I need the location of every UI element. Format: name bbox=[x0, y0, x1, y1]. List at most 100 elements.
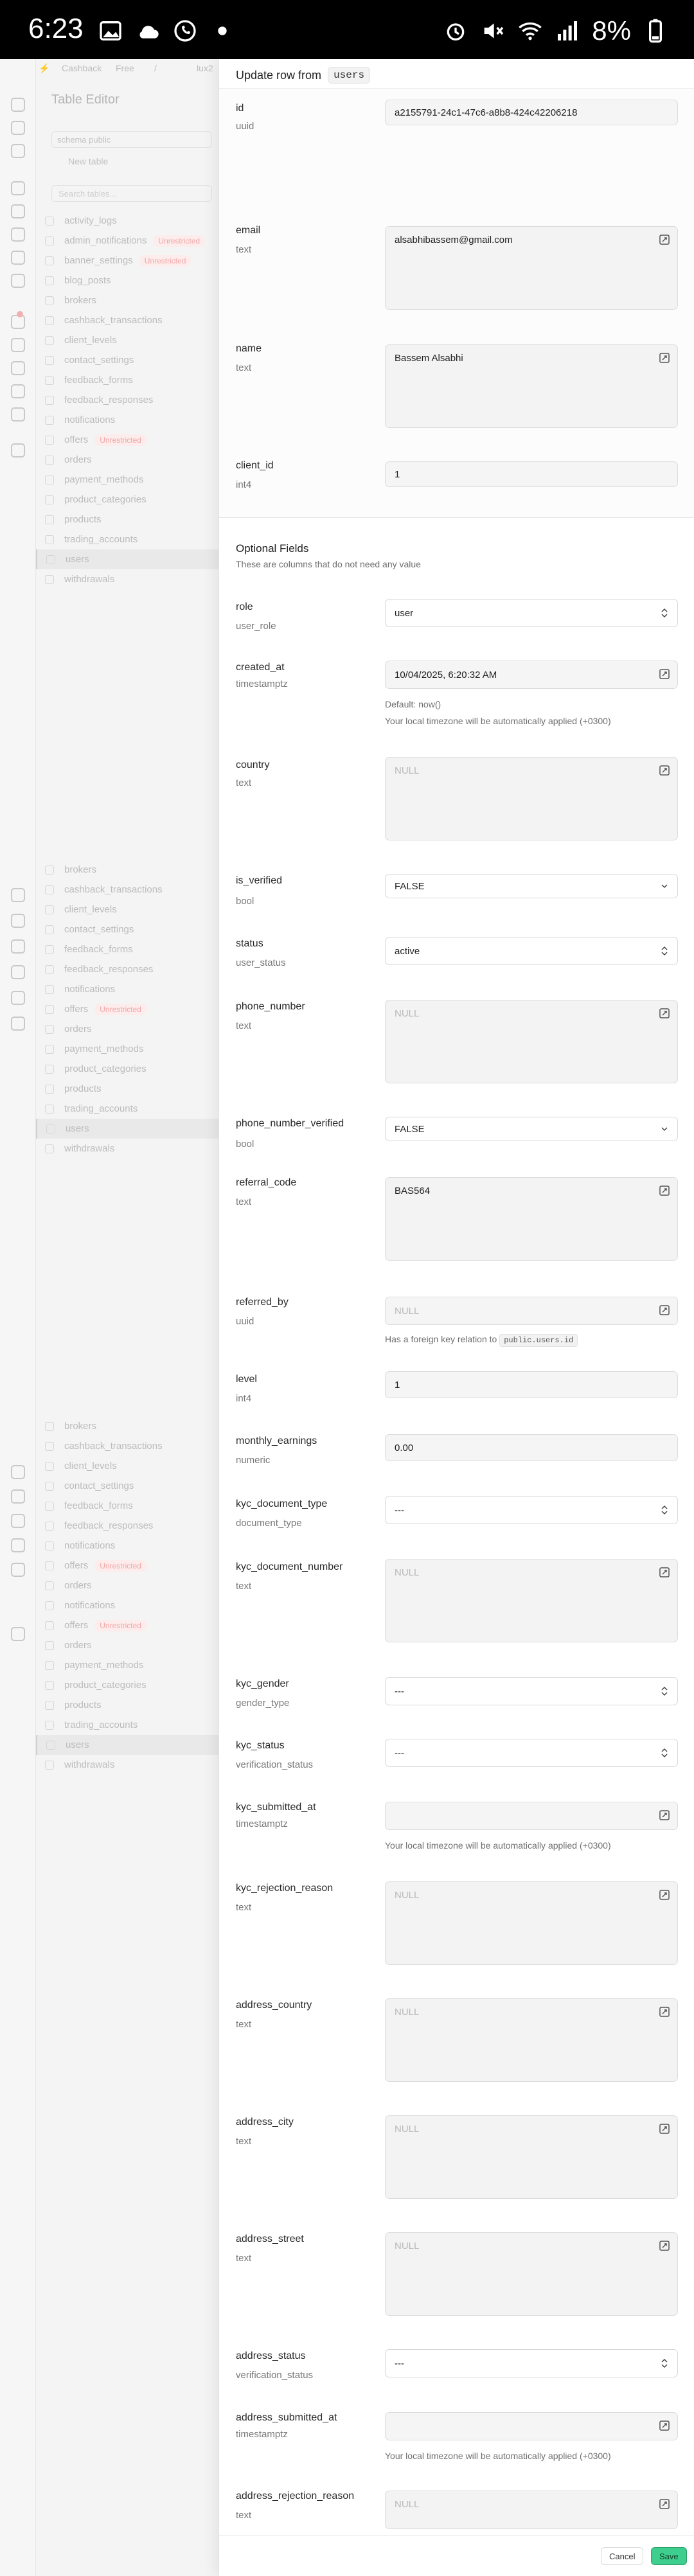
panel-title: Update row from users bbox=[236, 67, 371, 84]
table-icon bbox=[45, 1144, 54, 1153]
table-list-item-label: orders bbox=[64, 1580, 92, 1591]
expand-editor-icon[interactable] bbox=[659, 1890, 670, 1900]
settings-icon bbox=[11, 443, 25, 457]
nav-rail bbox=[0, 59, 36, 2576]
field-label-address-rejection-reason: address_rejection_reason bbox=[236, 2491, 355, 2501]
kyc-gender-select[interactable]: --- bbox=[385, 1677, 678, 1705]
kyc-rejection-reason-textarea[interactable]: NULL bbox=[385, 1881, 678, 1965]
name-textarea[interactable]: Bassem Alsabhi bbox=[385, 344, 678, 428]
table-list-item-label: feedback_forms bbox=[64, 375, 133, 386]
table-list: brokers cashback_transactions client_level… bbox=[36, 860, 218, 1159]
foreign-key-target[interactable]: public.users.id bbox=[499, 1334, 578, 1347]
unrestricted-badge: Unrestricted bbox=[139, 254, 191, 267]
expand-editor-icon[interactable] bbox=[659, 2007, 670, 2017]
expand-editor-icon[interactable] bbox=[659, 669, 670, 679]
is-verified-select[interactable]: FALSE bbox=[385, 874, 678, 898]
expand-editor-icon[interactable] bbox=[659, 1567, 670, 1577]
whatsapp-icon bbox=[174, 20, 196, 42]
table-list-item: contact_settings bbox=[36, 1476, 218, 1496]
field-type-address-rejection-reason: text bbox=[236, 2510, 252, 2521]
expand-editor-icon[interactable] bbox=[659, 2241, 670, 2251]
table-list-item: withdrawals bbox=[36, 569, 218, 589]
address-status-select[interactable]: --- bbox=[385, 2349, 678, 2377]
gallery-icon bbox=[100, 21, 121, 40]
expand-editor-icon[interactable] bbox=[659, 765, 670, 776]
expand-editor-icon[interactable] bbox=[659, 1186, 670, 1196]
storage-icon bbox=[11, 227, 25, 242]
kyc-submitted-at-input[interactable] bbox=[385, 1802, 678, 1830]
table-list-item-label: product_categories bbox=[64, 494, 147, 505]
address-street-textarea[interactable]: NULL bbox=[385, 2232, 678, 2316]
table-list-item-label: notifications bbox=[64, 1540, 116, 1551]
table-list-item-label: cashback_transactions bbox=[64, 315, 163, 326]
client-id-input[interactable]: 1 bbox=[385, 461, 678, 487]
kyc-document-type-value: --- bbox=[395, 1504, 404, 1516]
referral-code-textarea[interactable]: BAS564 bbox=[385, 1177, 678, 1261]
save-button[interactable]: Save bbox=[651, 2547, 687, 2565]
status-value: active bbox=[395, 945, 420, 957]
phone-number-verified-select[interactable]: FALSE bbox=[385, 1117, 678, 1141]
expand-editor-icon[interactable] bbox=[659, 1305, 670, 1315]
field-label-address-city: address_city bbox=[236, 2117, 294, 2127]
phone-number-textarea[interactable]: NULL bbox=[385, 1000, 678, 1083]
api-docs-icon bbox=[11, 384, 25, 398]
table-list-item-label: contact_settings bbox=[64, 1480, 134, 1491]
kyc-status-select[interactable]: --- bbox=[385, 1739, 678, 1767]
table-icon bbox=[45, 1561, 54, 1570]
table-list-item-label: product_categories bbox=[64, 1680, 147, 1691]
wifi-icon bbox=[519, 22, 542, 40]
table-list-item: payment_methods bbox=[36, 1655, 218, 1675]
address-rejection-reason-textarea[interactable]: NULL bbox=[385, 2491, 678, 2529]
address-country-textarea[interactable]: NULL bbox=[385, 1998, 678, 2082]
field-type-kyc-document-type: document_type bbox=[236, 1518, 302, 1529]
id-input[interactable]: a2155791-24c1-47c6-a8b8-424c42206218 bbox=[385, 100, 678, 125]
status-select[interactable]: active bbox=[385, 937, 678, 965]
role-select[interactable]: user bbox=[385, 599, 678, 627]
screen: 6:23 8% ⚡ Cashback Free / lux2 Table Edi… bbox=[0, 0, 694, 2576]
field-type-level: int4 bbox=[236, 1393, 252, 1404]
expand-editor-icon[interactable] bbox=[659, 235, 670, 245]
foreign-key-hint-text: Has a foreign key relation to bbox=[385, 1334, 497, 1344]
expand-editor-icon[interactable] bbox=[659, 2499, 670, 2509]
monthly-earnings-input[interactable]: 0.00 bbox=[385, 1434, 678, 1461]
kyc-document-type-select[interactable]: --- bbox=[385, 1496, 678, 1524]
table-icon bbox=[45, 415, 54, 425]
country-textarea[interactable]: NULL bbox=[385, 757, 678, 840]
integrations-icon bbox=[11, 407, 25, 422]
table-list-item-label: client_levels bbox=[64, 335, 117, 346]
field-label-client-id: client_id bbox=[236, 460, 274, 471]
table-icon bbox=[45, 1044, 54, 1054]
table-icon bbox=[45, 335, 54, 345]
cancel-button[interactable]: Cancel bbox=[601, 2547, 644, 2565]
expand-editor-icon[interactable] bbox=[659, 2421, 670, 2431]
expand-editor-icon[interactable] bbox=[659, 353, 670, 363]
created-at-input[interactable]: 10/04/2025, 6:20:32 AM bbox=[385, 661, 678, 689]
required-fields: id uuid a2155791-24c1-47c6-a8b8-424c4220… bbox=[219, 89, 694, 518]
address-city-textarea[interactable]: NULL bbox=[385, 2115, 678, 2199]
expand-editor-icon[interactable] bbox=[659, 2124, 670, 2134]
address-submitted-at-input[interactable] bbox=[385, 2412, 678, 2440]
unrestricted-badge: Unrestricted bbox=[153, 235, 206, 247]
expand-editor-icon[interactable] bbox=[659, 1810, 670, 1820]
null-placeholder: NULL bbox=[395, 2499, 420, 2510]
table-icon bbox=[45, 1421, 54, 1431]
table-icon bbox=[45, 1760, 54, 1770]
email-textarea[interactable]: alsabhibassem@gmail.com bbox=[385, 226, 678, 310]
referred-by-input[interactable]: NULL bbox=[385, 1297, 678, 1325]
crumb-plan: Free bbox=[116, 63, 134, 73]
field-type-referred-by: uuid bbox=[236, 1316, 254, 1327]
table-list-item: feedback_responses bbox=[36, 959, 218, 979]
created-at-value: 10/04/2025, 6:20:32 AM bbox=[395, 669, 497, 680]
table-list-item-label: cashback_transactions bbox=[64, 884, 163, 895]
is-verified-value: FALSE bbox=[395, 880, 425, 892]
level-input[interactable]: 1 bbox=[385, 1371, 678, 1398]
table-list-item-label: users bbox=[66, 554, 89, 565]
kyc-document-number-textarea[interactable]: NULL bbox=[385, 1559, 678, 1642]
database-icon bbox=[11, 181, 25, 195]
table-list-item: withdrawals bbox=[36, 1755, 218, 1775]
null-placeholder: NULL bbox=[395, 1890, 420, 1901]
table-icon bbox=[45, 1004, 54, 1014]
expand-editor-icon[interactable] bbox=[659, 1008, 670, 1018]
signal-icon bbox=[558, 21, 578, 40]
table-list-item-label: notifications bbox=[64, 984, 116, 995]
